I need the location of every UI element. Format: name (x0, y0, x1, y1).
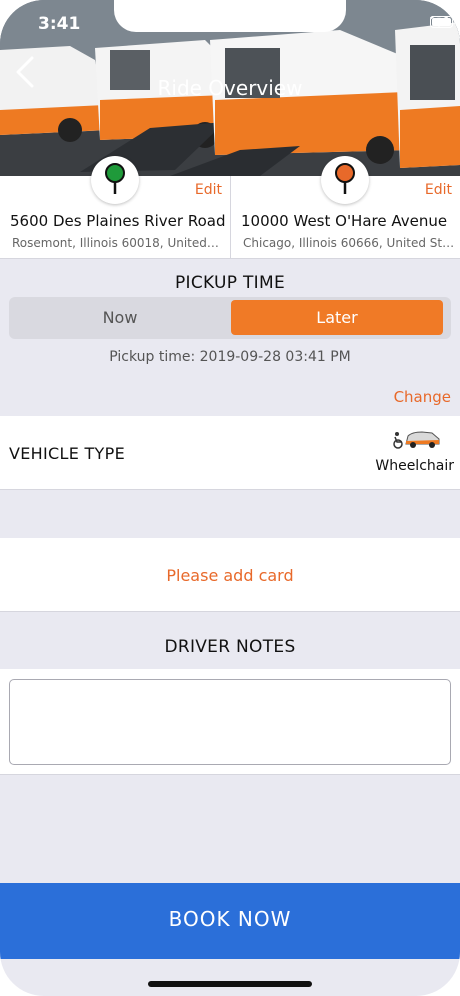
dropoff-address-name: 10000 West O'Hare Avenue (241, 212, 448, 230)
dropoff-pin (321, 156, 369, 204)
home-indicator (148, 981, 312, 987)
app-screen: 3:41 Ride Overview Edit 5600 Des Plaines… (0, 0, 460, 996)
address-row: Edit 5600 Des Plaines River Road Rosemon… (0, 156, 460, 259)
segment-now[interactable]: Now (12, 300, 228, 335)
driver-notes-section (0, 669, 460, 775)
add-card-row[interactable]: Please add card (0, 538, 460, 612)
edit-pickup-link[interactable]: Edit (195, 182, 222, 198)
driver-notes-heading: DRIVER NOTES (164, 637, 296, 657)
vehicle-type-label: VEHICLE TYPE (9, 444, 125, 463)
dropoff-address-detail: Chicago, Illinois 60666, United St… (243, 236, 455, 250)
pickup-pin-icon (105, 163, 125, 194)
dropoff-pin-icon (335, 163, 355, 194)
dropoff-address[interactable]: Edit 10000 West O'Hare Avenue Chicago, I… (230, 156, 460, 259)
pickup-time-heading: PICKUP TIME (174, 273, 286, 293)
change-pickup-time-link[interactable]: Change (394, 388, 451, 406)
page-title: Ride Overview (157, 76, 303, 100)
wheelchair-van-icon (393, 431, 440, 449)
vehicle-type-row[interactable]: VEHICLE TYPE Wheelchair (0, 416, 460, 490)
book-now-button[interactable]: BOOK NOW (0, 883, 460, 959)
header-photo: 3:41 Ride Overview (0, 0, 460, 176)
battery-icon (430, 16, 456, 28)
add-card-label: Please add card (166, 566, 294, 585)
pickup-address-name: 5600 Des Plaines River Road (10, 212, 226, 230)
edit-dropoff-link[interactable]: Edit (425, 182, 452, 198)
pickup-time-segmented-control: Now Later (9, 297, 451, 339)
pickup-time-info: Pickup time: 2019-09-28 03:41 PM (109, 349, 351, 365)
notch (114, 0, 346, 32)
segment-later[interactable]: Later (231, 300, 443, 335)
pickup-address-detail: Rosemont, Illinois 60018, United… (12, 236, 219, 250)
status-time: 3:41 (38, 14, 81, 34)
pickup-address[interactable]: Edit 5600 Des Plaines River Road Rosemon… (0, 156, 230, 259)
pickup-pin (91, 156, 139, 204)
driver-notes-input[interactable] (9, 679, 451, 765)
vehicle-type-value: Wheelchair (375, 458, 454, 474)
